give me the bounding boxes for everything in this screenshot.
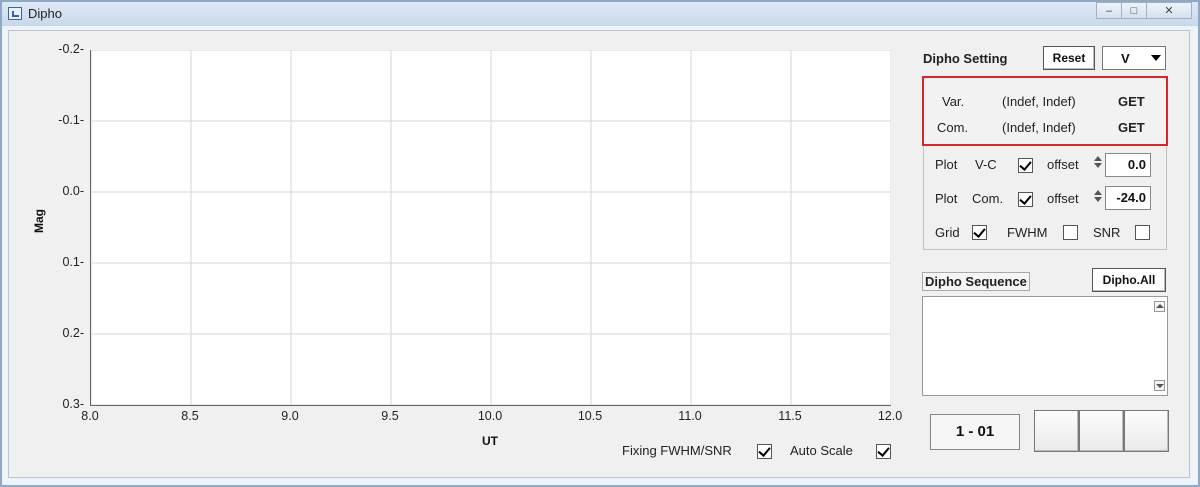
spin-up-icon xyxy=(1094,190,1102,195)
y-axis-label: Mag xyxy=(32,209,46,233)
auto-scale-label: Auto Scale xyxy=(790,443,853,458)
spin-down-icon xyxy=(1094,197,1102,202)
vc-label: V-C xyxy=(975,157,997,172)
vc-offset-field[interactable]: 0.0 xyxy=(1105,153,1151,177)
fixing-fwhm-snr-label: Fixing FWHM/SNR xyxy=(622,443,732,458)
dipho-setting-title: Dipho Setting xyxy=(923,51,1008,66)
com-offset-field[interactable]: -24.0 xyxy=(1105,186,1151,210)
window-title: Dipho xyxy=(28,6,62,21)
maximize-button[interactable]: □ xyxy=(1121,2,1147,19)
minimize-icon: – xyxy=(1105,5,1113,17)
title-bar: Dipho – □ ✕ xyxy=(2,2,1198,26)
x-tick-label: 11.0 xyxy=(678,409,702,423)
snr-label: SNR xyxy=(1093,225,1121,240)
com-label: Com. xyxy=(937,120,969,135)
auto-scale-checkbox[interactable] xyxy=(876,444,891,459)
reset-button[interactable]: Reset xyxy=(1043,46,1095,70)
snr-checkbox[interactable] xyxy=(1135,225,1150,240)
x-tick-label: 9.0 xyxy=(281,409,299,423)
com-coordinates: (Indef, Indef) xyxy=(1002,120,1076,135)
scroll-down-icon[interactable] xyxy=(1154,380,1165,391)
plot-area[interactable] xyxy=(90,50,891,406)
y-tick-label: 0.0- xyxy=(62,184,84,198)
y-tick-label: -0.2- xyxy=(58,42,84,56)
plot-grid xyxy=(91,50,891,405)
app-icon xyxy=(8,7,22,20)
x-tick-label: 12.0 xyxy=(877,409,903,423)
close-icon: ✕ xyxy=(1164,5,1174,17)
com-get-button[interactable]: GET xyxy=(1118,120,1145,135)
coordinates-box: Var. (Indef, Indef) GET Com. (Indef, Ind… xyxy=(922,76,1168,146)
x-tick-label: 10.5 xyxy=(577,409,603,423)
scroll-up-icon[interactable] xyxy=(1154,301,1165,312)
x-tick-label: 11.5 xyxy=(778,409,802,423)
plot-vc-label: Plot xyxy=(935,157,958,172)
vc-offset-label: offset xyxy=(1047,157,1079,172)
close-button[interactable]: ✕ xyxy=(1146,2,1192,19)
grid-checkbox[interactable] xyxy=(972,225,987,240)
y-tick-label: 0.1- xyxy=(62,255,84,269)
x-tick-label: 9.5 xyxy=(381,409,399,423)
fwhm-label: FWHM xyxy=(1007,225,1048,240)
x-tick-label: 10.0 xyxy=(477,409,503,423)
fixing-fwhm-snr-checkbox[interactable] xyxy=(757,444,772,459)
var-label: Var. xyxy=(942,94,965,109)
y-tick-label: 0.2- xyxy=(62,326,84,340)
x-tick-label: 8.5 xyxy=(181,409,199,423)
y-tick-label: -0.1- xyxy=(58,113,84,127)
var-get-button[interactable]: GET xyxy=(1118,94,1145,109)
maximize-icon: □ xyxy=(1130,5,1138,17)
grid-label: Grid xyxy=(935,225,960,240)
dipho-sequence-title: Dipho Sequence xyxy=(922,272,1030,291)
com-offset-label: offset xyxy=(1047,191,1079,206)
nav-button-2[interactable] xyxy=(1079,410,1124,452)
spin-up-icon xyxy=(1094,156,1102,161)
sequence-counter: 1 - 01 xyxy=(930,414,1020,450)
var-coordinates: (Indef, Indef) xyxy=(1002,94,1076,109)
com-offset-spinner[interactable] xyxy=(1094,188,1102,210)
dipho-sequence-textarea[interactable] xyxy=(922,296,1168,396)
minimize-button[interactable]: – xyxy=(1096,2,1122,19)
x-tick-label: 8.0 xyxy=(81,409,99,423)
dipho-all-button[interactable]: Dipho.All xyxy=(1092,268,1166,292)
x-axis-label: UT xyxy=(482,434,498,448)
spin-down-icon xyxy=(1094,163,1102,168)
nav-button-3[interactable] xyxy=(1124,410,1169,452)
com-plot-label: Com. xyxy=(972,191,1004,206)
filter-select-value: V xyxy=(1121,51,1130,66)
fwhm-checkbox[interactable] xyxy=(1063,225,1078,240)
chevron-down-icon xyxy=(1151,55,1161,61)
plot-com-label: Plot xyxy=(935,191,958,206)
vc-offset-spinner[interactable] xyxy=(1094,154,1102,176)
nav-button-1[interactable] xyxy=(1034,410,1079,452)
plot-vc-checkbox[interactable] xyxy=(1018,158,1033,173)
plot-com-checkbox[interactable] xyxy=(1018,192,1033,207)
filter-select[interactable]: V xyxy=(1102,46,1166,70)
